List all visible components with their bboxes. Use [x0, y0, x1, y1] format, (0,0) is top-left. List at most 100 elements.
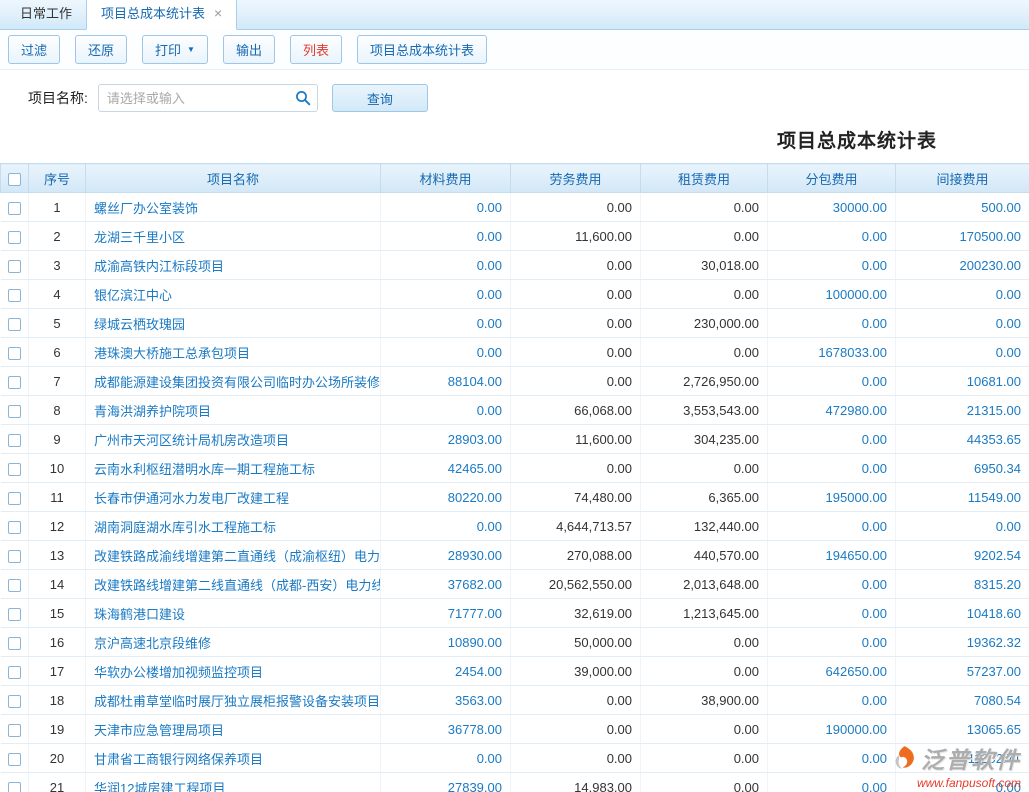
subcontract-cost-value[interactable]: 642650.00	[768, 657, 896, 686]
project-name-link[interactable]: 华软办公楼增加视频监控项目	[86, 657, 381, 686]
indirect-cost-value[interactable]: 9202.54	[896, 541, 1029, 570]
row-checkbox[interactable]	[8, 202, 21, 215]
project-name-link[interactable]: 云南水利枢纽潜明水库一期工程施工标	[86, 454, 381, 483]
report-button[interactable]: 项目总成本统计表	[357, 35, 487, 64]
search-icon[interactable]	[295, 90, 311, 106]
material-cost-value[interactable]: 36778.00	[381, 715, 511, 744]
row-checkbox[interactable]	[8, 260, 21, 273]
tab-close-icon[interactable]: ×	[214, 6, 222, 20]
row-checkbox[interactable]	[8, 608, 21, 621]
row-checkbox[interactable]	[8, 318, 21, 331]
material-cost-value[interactable]: 0.00	[381, 512, 511, 541]
subcontract-cost-value[interactable]: 0.00	[768, 454, 896, 483]
project-name-link[interactable]: 绿城云栖玫瑰园	[86, 309, 381, 338]
row-checkbox[interactable]	[8, 376, 21, 389]
project-name-link[interactable]: 华润12城房建工程项目	[86, 773, 381, 792]
row-checkbox[interactable]	[8, 521, 21, 534]
project-name-link[interactable]: 青海洪湖养护院项目	[86, 396, 381, 425]
project-name-link[interactable]: 京沪高速北京段维修	[86, 628, 381, 657]
row-checkbox[interactable]	[8, 289, 21, 302]
subcontract-cost-value[interactable]: 0.00	[768, 744, 896, 773]
project-name-link[interactable]: 长春市伊通河水力发电厂改建工程	[86, 483, 381, 512]
subcontract-cost-value[interactable]: 0.00	[768, 309, 896, 338]
row-checkbox[interactable]	[8, 695, 21, 708]
subcontract-cost-value[interactable]: 472980.00	[768, 396, 896, 425]
restore-button[interactable]: 还原	[75, 35, 127, 64]
project-name-link[interactable]: 改建铁路线增建第二线直通线（成都-西安）电力线	[86, 570, 381, 599]
subcontract-cost-value[interactable]: 195000.00	[768, 483, 896, 512]
material-cost-value[interactable]: 0.00	[381, 222, 511, 251]
indirect-cost-value[interactable]: 11549.00	[896, 483, 1029, 512]
tab-project-cost-report[interactable]: 项目总成本统计表 ×	[86, 0, 237, 30]
query-button[interactable]: 查询	[332, 84, 428, 112]
indirect-cost-value[interactable]: 0.00	[896, 773, 1029, 792]
material-cost-value[interactable]: 0.00	[381, 251, 511, 280]
material-cost-value[interactable]: 0.00	[381, 744, 511, 773]
indirect-cost-value[interactable]: 10418.60	[896, 599, 1029, 628]
indirect-cost-value[interactable]: 500.00	[896, 193, 1029, 222]
subcontract-cost-value[interactable]: 0.00	[768, 251, 896, 280]
indirect-cost-value[interactable]: 21315.00	[896, 396, 1029, 425]
project-name-input[interactable]	[98, 84, 318, 112]
material-cost-value[interactable]: 28903.00	[381, 425, 511, 454]
row-checkbox[interactable]	[8, 782, 21, 792]
row-checkbox[interactable]	[8, 666, 21, 679]
material-cost-value[interactable]: 37682.00	[381, 570, 511, 599]
row-checkbox[interactable]	[8, 463, 21, 476]
material-cost-value[interactable]: 0.00	[381, 338, 511, 367]
material-cost-value[interactable]: 88104.00	[381, 367, 511, 396]
project-name-link[interactable]: 成都能源建设集团投资有限公司临时办公场所装修	[86, 367, 381, 396]
subcontract-cost-value[interactable]: 0.00	[768, 628, 896, 657]
project-name-link[interactable]: 广州市天河区统计局机房改造项目	[86, 425, 381, 454]
row-checkbox[interactable]	[8, 753, 21, 766]
row-checkbox[interactable]	[8, 405, 21, 418]
filter-button[interactable]: 过滤	[8, 35, 60, 64]
material-cost-value[interactable]: 27839.00	[381, 773, 511, 792]
indirect-cost-value[interactable]: 44353.65	[896, 425, 1029, 454]
subcontract-cost-value[interactable]: 0.00	[768, 425, 896, 454]
select-all-checkbox[interactable]	[8, 173, 21, 186]
list-button[interactable]: 列表	[290, 35, 342, 64]
indirect-cost-value[interactable]: 8315.20	[896, 570, 1029, 599]
project-name-link[interactable]: 成都杜甫草堂临时展厅独立展柜报警设备安装项目	[86, 686, 381, 715]
project-name-link[interactable]: 港珠澳大桥施工总承包项目	[86, 338, 381, 367]
subcontract-cost-value[interactable]: 0.00	[768, 773, 896, 792]
project-name-link[interactable]: 龙湖三千里小区	[86, 222, 381, 251]
indirect-cost-value[interactable]: 0.00	[896, 512, 1029, 541]
project-name-link[interactable]: 银亿滨江中心	[86, 280, 381, 309]
indirect-cost-value[interactable]: 170500.00	[896, 222, 1029, 251]
material-cost-value[interactable]: 0.00	[381, 280, 511, 309]
subcontract-cost-value[interactable]: 194650.00	[768, 541, 896, 570]
print-button[interactable]: 打印 ▼	[142, 35, 208, 64]
material-cost-value[interactable]: 2454.00	[381, 657, 511, 686]
subcontract-cost-value[interactable]: 0.00	[768, 222, 896, 251]
export-button[interactable]: 输出	[223, 35, 275, 64]
project-name-link[interactable]: 湖南洞庭湖水库引水工程施工标	[86, 512, 381, 541]
material-cost-value[interactable]: 0.00	[381, 396, 511, 425]
row-checkbox[interactable]	[8, 637, 21, 650]
indirect-cost-value[interactable]: 7080.54	[896, 686, 1029, 715]
indirect-cost-value[interactable]: 19362.32	[896, 628, 1029, 657]
indirect-cost-value[interactable]: 13065.65	[896, 715, 1029, 744]
subcontract-cost-value[interactable]: 0.00	[768, 599, 896, 628]
indirect-cost-value[interactable]: 0.00	[896, 338, 1029, 367]
indirect-cost-value[interactable]: 0.00	[896, 280, 1029, 309]
project-name-link[interactable]: 甘肃省工商银行网络保养项目	[86, 744, 381, 773]
row-checkbox[interactable]	[8, 434, 21, 447]
indirect-cost-value[interactable]: 57237.00	[896, 657, 1029, 686]
material-cost-value[interactable]: 10890.00	[381, 628, 511, 657]
subcontract-cost-value[interactable]: 190000.00	[768, 715, 896, 744]
indirect-cost-value[interactable]: 11202.71	[896, 744, 1029, 773]
row-checkbox[interactable]	[8, 231, 21, 244]
row-checkbox[interactable]	[8, 724, 21, 737]
subcontract-cost-value[interactable]: 30000.00	[768, 193, 896, 222]
subcontract-cost-value[interactable]: 1678033.00	[768, 338, 896, 367]
project-name-link[interactable]: 珠海鹤港口建设	[86, 599, 381, 628]
material-cost-value[interactable]: 0.00	[381, 193, 511, 222]
subcontract-cost-value[interactable]: 0.00	[768, 570, 896, 599]
indirect-cost-value[interactable]: 0.00	[896, 309, 1029, 338]
material-cost-value[interactable]: 0.00	[381, 309, 511, 338]
material-cost-value[interactable]: 28930.00	[381, 541, 511, 570]
row-checkbox[interactable]	[8, 579, 21, 592]
subcontract-cost-value[interactable]: 0.00	[768, 512, 896, 541]
